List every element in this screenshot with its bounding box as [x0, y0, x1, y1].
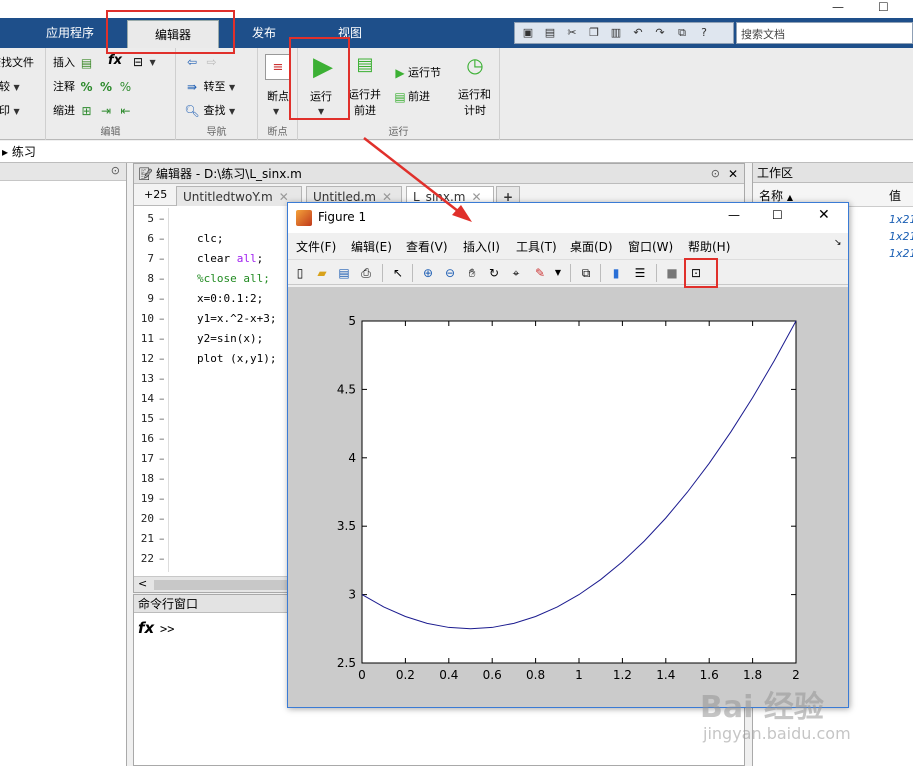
watermark-url: jingyan.baidu.com: [703, 724, 851, 743]
watermark-logo: Bai 经验: [700, 690, 824, 725]
annotation-arrow: [363, 137, 472, 222]
